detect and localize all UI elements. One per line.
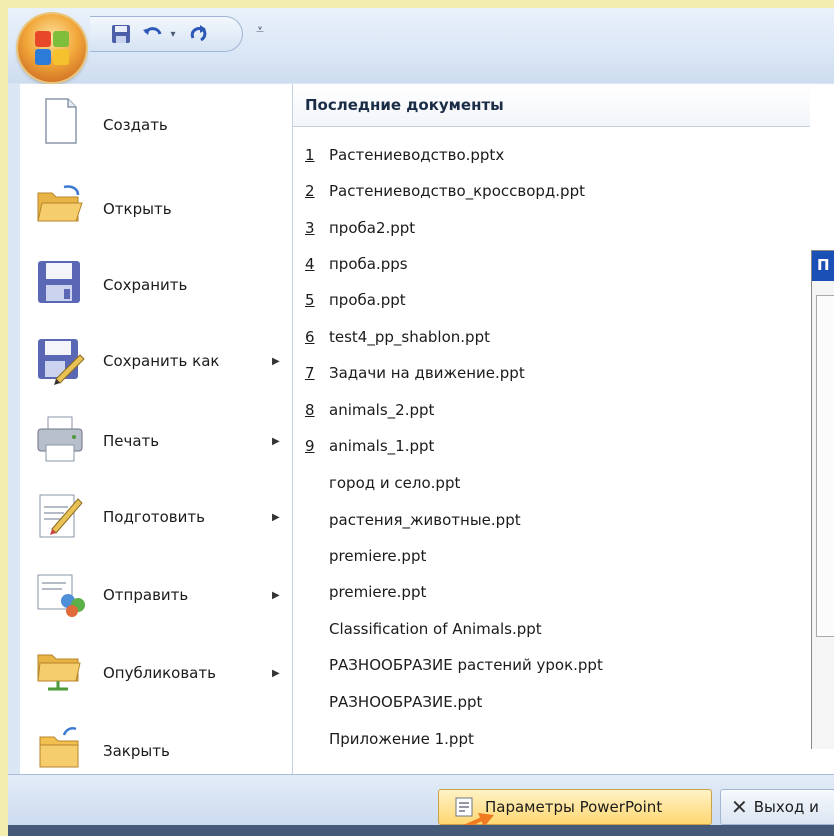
title-bar: ▾ ⩡ [8, 8, 834, 83]
send-icon [34, 567, 86, 619]
submenu-arrow-icon: ▶ [272, 436, 280, 447]
recent-documents-pane: Последние документы 1 Растениеводство.ppt… [293, 84, 834, 774]
submenu-arrow-icon: ▶ [272, 356, 280, 367]
recent-doc-item[interactable]: 1 Растениеводство.pptx [293, 139, 793, 175]
menu-item-save[interactable]: Сохранить [20, 244, 292, 318]
quick-access-toolbar: ▾ [90, 16, 243, 52]
prepare-pencil-icon [34, 489, 86, 541]
background-window: П [811, 250, 834, 749]
powerpoint-options-label: Параметры PowerPoint [485, 798, 663, 816]
recent-doc-item[interactable]: 4 проба.pps [293, 248, 793, 284]
recent-doc-item[interactable]: 8 animals_2.ppt [293, 394, 793, 430]
save-disk-icon [34, 255, 86, 307]
menu-label-print: Печать [103, 432, 160, 450]
recent-doc-item[interactable]: Приложение 1.ppt [293, 723, 793, 759]
submenu-arrow-icon: ▶ [272, 590, 280, 601]
redo-icon[interactable] [186, 21, 212, 47]
command-pane: Создать Открыть Сохранить Сохранить как … [20, 84, 293, 774]
recent-doc-item[interactable]: РАЗНООБРАЗИЕ.ppt [293, 686, 793, 722]
menu-item-print[interactable]: Печать ▶ [20, 402, 292, 476]
status-strip [8, 825, 834, 836]
menu-item-new[interactable]: Создать [20, 84, 292, 158]
recent-doc-item[interactable]: 2 Растениеводство_кроссворд.ppt [293, 175, 793, 211]
recent-documents-header: Последние документы [293, 84, 810, 127]
menu-label-publish: Опубликовать [103, 664, 216, 682]
new-document-icon [34, 95, 86, 147]
menu-item-save-as[interactable]: Сохранить как ▶ [20, 322, 292, 396]
recent-doc-item[interactable]: Classification of Animals.ppt [293, 613, 793, 649]
undo-dropdown-icon[interactable]: ▾ [166, 21, 180, 47]
submenu-arrow-icon: ▶ [272, 668, 280, 679]
customize-qat-icon[interactable]: ⩡ [256, 22, 264, 38]
menu-item-publish[interactable]: Опубликовать ▶ [20, 632, 292, 706]
menu-label-send: Отправить [103, 586, 189, 604]
background-window-titlebar: П [812, 251, 834, 281]
office-button[interactable] [18, 14, 86, 82]
recent-doc-item[interactable]: РАЗНООБРАЗИЕ растений урок.ppt [293, 649, 793, 685]
save-icon[interactable] [108, 21, 134, 47]
recent-doc-item[interactable]: 6 test4_pp_shablon.ppt [293, 321, 793, 357]
recent-doc-item[interactable]: 7 Задачи на движение.ppt [293, 357, 793, 393]
printer-icon [34, 413, 86, 465]
close-folder-icon [34, 721, 86, 773]
menu-label-prepare: Подготовить [103, 508, 205, 526]
recent-doc-item[interactable]: 3 проба2.ppt [293, 212, 793, 248]
recent-doc-item[interactable]: 5 проба.ppt [293, 284, 793, 320]
exit-label: Выход и [753, 798, 819, 816]
undo-icon[interactable] [140, 21, 166, 47]
menu-label-save: Сохранить [103, 276, 188, 294]
recent-doc-item[interactable]: город и село.ppt [293, 467, 793, 503]
save-as-icon [34, 333, 86, 385]
office-menu-window: ▾ ⩡ Создать Открыть Сохранить Сохранить … [8, 8, 834, 836]
menu-label-open: Открыть [103, 200, 172, 218]
menu-item-close[interactable]: Закрыть [20, 710, 292, 784]
recent-documents-title: Последние документы [305, 96, 504, 114]
menu-item-prepare[interactable]: Подготовить ▶ [20, 478, 292, 552]
menu-label-save-as: Сохранить как [103, 352, 220, 370]
recent-doc-item[interactable]: premiere.ppt [293, 576, 793, 612]
menu-item-send[interactable]: Отправить ▶ [20, 556, 292, 630]
exit-button[interactable]: ✕ Выход и [720, 789, 834, 825]
office-logo-icon [34, 30, 70, 66]
recent-doc-item[interactable]: растения_животные.ppt [293, 504, 793, 540]
open-folder-icon [34, 179, 86, 231]
background-window-content [816, 295, 834, 637]
close-x-icon: ✕ [731, 795, 748, 819]
menu-label-close: Закрыть [103, 742, 170, 760]
publish-folder-icon [34, 643, 86, 695]
recent-doc-item[interactable]: premiere.ppt [293, 540, 793, 576]
menu-item-open[interactable]: Открыть [20, 168, 292, 242]
submenu-arrow-icon: ▶ [272, 512, 280, 523]
menu-label-new: Создать [103, 116, 168, 134]
recent-doc-item[interactable]: 9 animals_1.ppt [293, 430, 793, 466]
menu-footer: Параметры PowerPoint ✕ Выход и [8, 774, 834, 836]
background-window-title: П [817, 256, 830, 274]
